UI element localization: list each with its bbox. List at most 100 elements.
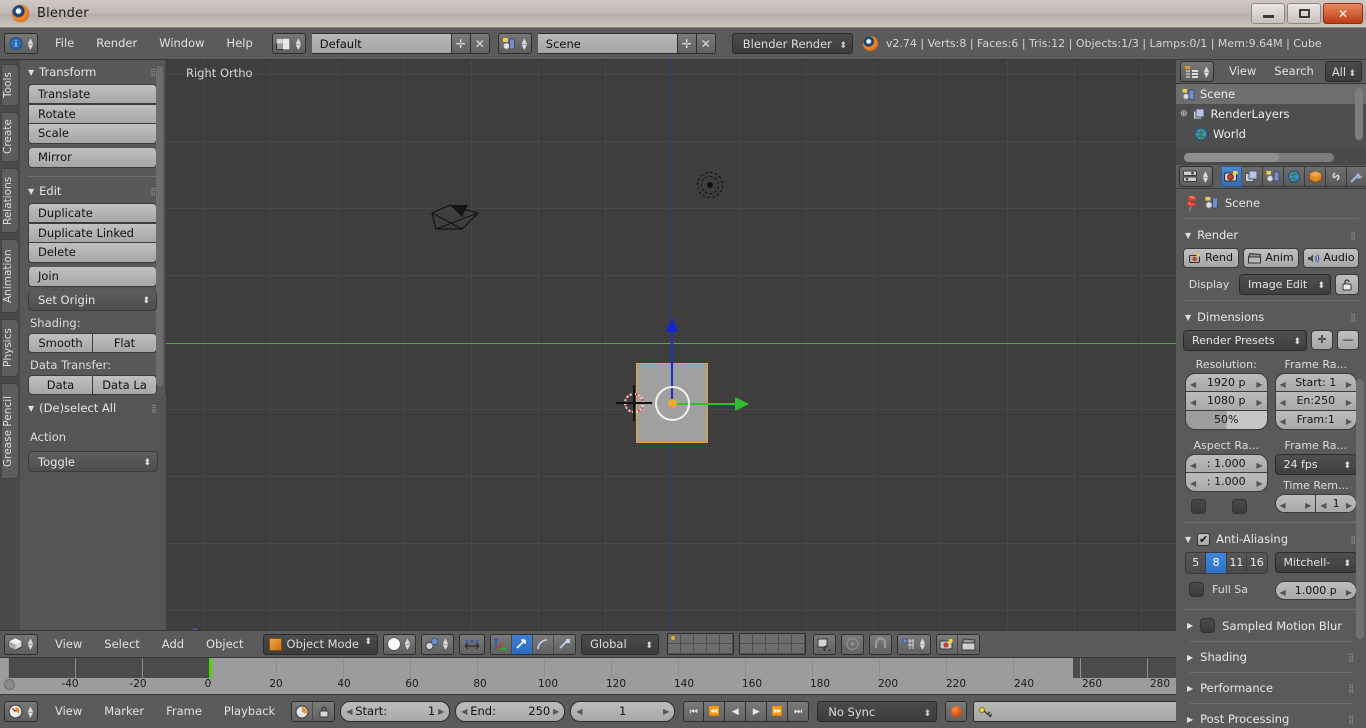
outliner-row-scene[interactable]: Scene xyxy=(1176,84,1366,104)
section-header-dimensions[interactable]: ▼ Dimensions ⣿ xyxy=(1183,307,1359,327)
auto-keyframe-button[interactable] xyxy=(292,702,314,721)
viewport-menu-view[interactable]: View xyxy=(44,634,93,655)
data-transfer-button[interactable]: Data xyxy=(28,375,93,395)
timeline-ruler[interactable]: -40 -20 0 20 40 60 80 100 120 140 160 18… xyxy=(0,658,1176,694)
render-presets-selector[interactable]: Render Presets xyxy=(1183,330,1307,352)
data-layout-transfer-button[interactable]: Data La xyxy=(93,375,157,395)
aspect-y-field[interactable]: ◀: 1.000 ▶ xyxy=(1185,473,1268,492)
timeline-menu-marker[interactable]: Marker xyxy=(93,701,155,722)
shade-smooth-button[interactable]: Smooth xyxy=(28,333,93,353)
tab-create[interactable]: Create xyxy=(1,112,19,162)
tab-constraints[interactable] xyxy=(1326,166,1347,187)
timeline-menu-frame[interactable]: Frame xyxy=(155,701,213,722)
outliner-tree[interactable]: Scene ⊕ RenderLayers World xyxy=(1176,84,1366,147)
previous-keyframe-button[interactable]: ⏪ xyxy=(704,701,726,722)
aa-sample-5[interactable]: 5 xyxy=(1186,553,1207,573)
gizmo-x-arrow[interactable] xyxy=(735,397,749,411)
menu-file[interactable]: File xyxy=(44,33,85,54)
remove-preset-button[interactable]: — xyxy=(1337,330,1359,350)
delete-screen-layout-button[interactable]: ✕ xyxy=(470,33,490,54)
viewport-menu-add[interactable]: Add xyxy=(151,634,195,655)
tab-world[interactable] xyxy=(1284,166,1305,187)
play-button[interactable]: ▶ xyxy=(746,701,768,722)
current-frame-field[interactable]: ◀ 1 ▶ xyxy=(570,701,676,722)
resolution-x-field[interactable]: ◀ 1920 p ▶ xyxy=(1185,373,1268,392)
antialiasing-checkbox[interactable]: ✔ xyxy=(1197,532,1211,546)
3d-cursor-icon[interactable] xyxy=(616,385,652,421)
tab-object[interactable] xyxy=(1305,166,1326,187)
crop-checkbox[interactable] xyxy=(1232,499,1247,514)
viewport-menu-select[interactable]: Select xyxy=(93,634,150,655)
properties-editor-type-selector[interactable]: ▲ ▼ xyxy=(1179,166,1213,187)
play-reverse-button[interactable]: ◀ xyxy=(725,701,747,722)
outliner-display-mode[interactable]: All Sc xyxy=(1324,61,1362,82)
timeline-editor-type-selector[interactable]: ▲ ▼ xyxy=(4,701,38,722)
aa-sample-11[interactable]: 11 xyxy=(1226,553,1248,573)
outliner-row-renderlayers[interactable]: ⊕ RenderLayers xyxy=(1176,104,1366,124)
section-header-performance[interactable]: ▶ Performance ⣿ xyxy=(1183,675,1359,701)
screen-layout-icon-selector[interactable]: ▲ ▼ xyxy=(271,33,306,54)
editor-type-selector[interactable]: i ▲ ▼ xyxy=(4,33,38,54)
time-remap-new-field[interactable]: ◀ 1 ▶ xyxy=(1316,494,1357,513)
timeline-menu-playback[interactable]: Playback xyxy=(213,701,286,722)
menu-render[interactable]: Render xyxy=(85,33,148,54)
gizmo-z-arrow[interactable] xyxy=(665,318,679,332)
tab-modifiers[interactable] xyxy=(1347,166,1366,187)
aspect-x-field[interactable]: ◀: 1.000 ▶ xyxy=(1185,454,1268,473)
tab-animation[interactable]: Animation xyxy=(1,239,19,313)
outliner-menu-search[interactable]: Search xyxy=(1265,61,1323,82)
scene-name-field[interactable]: Scene xyxy=(537,33,678,54)
aa-sample-16[interactable]: 16 xyxy=(1247,553,1267,573)
opengl-render-animation-button[interactable] xyxy=(957,634,979,654)
scene-browse-selector[interactable]: ▲ ▼ xyxy=(497,33,532,54)
sync-mode-selector[interactable]: No Sync xyxy=(817,701,938,724)
motion-blur-checkbox[interactable] xyxy=(1200,618,1216,633)
full-sample-checkbox[interactable] xyxy=(1189,582,1204,597)
frame-start-field[interactable]: ◀ Start: 1 ▶ xyxy=(340,701,451,722)
frame-end-field[interactable]: ◀ En:250 ▶ xyxy=(1274,392,1357,411)
aa-filter-selector[interactable]: Mitchell- xyxy=(1274,552,1357,574)
render-engine-selector[interactable]: Blender Render xyxy=(731,33,853,56)
display-mode-selector[interactable]: Image Edit xyxy=(1239,274,1331,296)
timeline-scroll-knob[interactable] xyxy=(4,679,15,690)
timeline-menu-view[interactable]: View xyxy=(44,701,93,722)
expand-icon[interactable]: ⊕ xyxy=(1180,109,1188,119)
pivot-point-selector[interactable]: ▲ ▼ xyxy=(420,633,454,655)
screen-layout-name[interactable]: Default xyxy=(311,33,452,54)
jump-to-start-button[interactable]: ⏮ xyxy=(683,701,705,722)
outliner-menu-view[interactable]: View xyxy=(1220,61,1265,82)
properties-scrollbar[interactable] xyxy=(1356,379,1364,639)
layer-block-2[interactable] xyxy=(738,633,806,655)
lock-interface-button[interactable] xyxy=(1335,274,1359,295)
3d-viewport[interactable]: Right Ortho xyxy=(0,60,1176,630)
frame-step-field[interactable]: ◀ Fram:1 ▶ xyxy=(1274,411,1357,430)
duplicate-linked-button[interactable]: Duplicate Linked xyxy=(28,223,157,243)
time-remap-old-field[interactable]: ◀ ▶ xyxy=(1274,494,1317,513)
tab-render[interactable] xyxy=(1221,166,1242,187)
frame-start-field[interactable]: ◀ Start: 1 ▶ xyxy=(1274,373,1357,392)
outliner-vertical-scrollbar[interactable] xyxy=(1355,88,1363,140)
translate-button[interactable]: Translate xyxy=(28,84,157,104)
camera-object[interactable] xyxy=(428,195,484,237)
translate-manipulator-button[interactable] xyxy=(511,634,533,654)
frame-rate-selector[interactable]: 24 fps xyxy=(1274,454,1357,476)
render-audio-button[interactable]: Audio xyxy=(1303,248,1359,268)
viewport-editor-type-selector[interactable]: ▲ ▼ xyxy=(4,633,38,655)
snap-element-selector[interactable]: ▲ ▼ xyxy=(896,633,931,655)
panel-header-deselect-all[interactable]: ▼ (De)select All ⣿ xyxy=(20,396,166,418)
minimize-button[interactable] xyxy=(1251,3,1285,24)
delete-scene-button[interactable]: ✕ xyxy=(696,33,716,54)
scale-manipulator-button[interactable] xyxy=(553,634,575,654)
tab-physics[interactable]: Physics xyxy=(1,319,19,377)
section-header-render[interactable]: ▼ Render ⣿ xyxy=(1183,225,1359,245)
active-keying-set-field[interactable] xyxy=(973,701,1209,722)
interaction-mode-selector[interactable]: Object Mode xyxy=(262,633,378,655)
tab-relations[interactable]: Relations xyxy=(1,168,19,233)
border-checkbox[interactable] xyxy=(1191,499,1206,514)
add-preset-button[interactable]: ✛ xyxy=(1311,330,1333,350)
mirror-button[interactable]: Mirror xyxy=(28,148,157,168)
lock-to-scene-button[interactable] xyxy=(812,633,836,655)
scale-button[interactable]: Scale xyxy=(28,124,157,144)
shade-flat-button[interactable]: Flat xyxy=(93,333,157,353)
tab-scene[interactable] xyxy=(1263,166,1284,187)
